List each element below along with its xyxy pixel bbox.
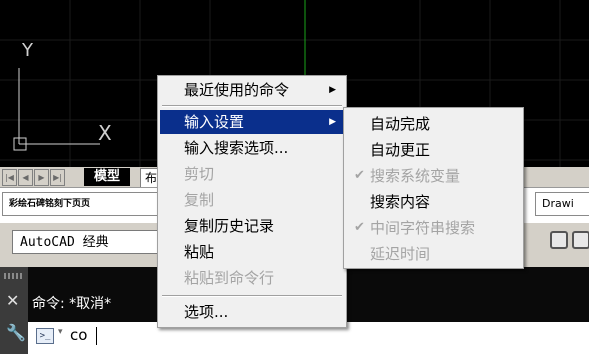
menu-item-label: 粘贴 <box>184 243 215 261</box>
submenu-item-delay-time[interactable]: 延迟时间 <box>346 242 521 266</box>
first-icon: |◀ <box>5 173 14 182</box>
command-line-sidebar: ✕ 🔧 <box>0 267 28 354</box>
menu-item-label: 输入搜索选项... <box>184 139 289 157</box>
menu-item-label: 中间字符串搜索 <box>370 219 476 237</box>
menu-item-paste[interactable]: 粘贴 <box>160 240 344 264</box>
tab-model[interactable]: 模型 <box>84 168 131 186</box>
menu-item-label: 搜索系统变量 <box>370 167 461 185</box>
close-icon[interactable]: ✕ <box>6 291 19 310</box>
checkmark-icon: ✔ <box>354 220 365 235</box>
command-history-line: 命令: *取消* <box>32 296 112 312</box>
ucs-icon <box>13 68 100 151</box>
menu-item-label: 粘贴到命令行 <box>184 269 275 287</box>
ucs-y-label: Y <box>22 40 33 61</box>
submenu-arrow-icon: ▶ <box>329 85 336 95</box>
menu-item-label: 搜索内容 <box>370 193 431 211</box>
checkmark-icon: ✔ <box>354 168 365 183</box>
workspace-combo[interactable]: AutoCAD 经典 <box>12 230 162 254</box>
submenu-item-mid-string-search[interactable]: ✔ 中间字符串搜索 <box>346 216 521 240</box>
submenu-item-autocorrect[interactable]: 自动更正 <box>346 138 521 162</box>
prev-icon: ◀ <box>22 173 29 182</box>
menu-item-copy[interactable]: 复制 <box>160 188 344 212</box>
menu-item-label: 延迟时间 <box>370 245 431 263</box>
first-layout-button[interactable]: |◀ <box>2 169 17 186</box>
menu-item-paste-to-command-line[interactable]: 粘贴到命令行 <box>160 266 344 290</box>
last-icon: ▶| <box>53 173 62 182</box>
chevron-down-icon[interactable]: ▾ <box>58 327 63 337</box>
next-layout-button[interactable]: ▶ <box>34 169 49 186</box>
command-input-text: co <box>70 326 88 344</box>
submenu-arrow-icon: ▶ <box>329 117 336 127</box>
menu-item-label: 自动更正 <box>370 141 431 159</box>
last-layout-button[interactable]: ▶| <box>50 169 65 186</box>
menu-item-label: 剪切 <box>184 165 215 183</box>
menu-item-label: 复制 <box>184 191 215 209</box>
file-tab-active[interactable]: 彩绘石碑铭刻下页页 <box>2 192 166 216</box>
context-menu: 最近使用的命令 ▶ 输入设置 ▶ 输入搜索选项... 剪切 复制 复制历史记录 … <box>157 75 347 328</box>
menu-item-label: 输入设置 <box>184 113 245 131</box>
view-cube-alt-icon[interactable] <box>572 231 589 249</box>
next-icon: ▶ <box>38 173 45 182</box>
view-cube-icon[interactable] <box>550 231 568 249</box>
menu-item-cut[interactable]: 剪切 <box>160 162 344 186</box>
prev-layout-button[interactable]: ◀ <box>18 169 33 186</box>
wrench-icon[interactable]: 🔧 <box>6 323 26 342</box>
menu-item-label: 选项... <box>184 303 229 321</box>
text-caret <box>96 327 97 345</box>
menu-item-options[interactable]: 选项... <box>160 300 344 324</box>
input-settings-submenu: 自动完成 自动更正 ✔ 搜索系统变量 搜索内容 ✔ 中间字符串搜索 延迟时间 <box>343 107 524 269</box>
submenu-item-search-system-variables[interactable]: ✔ 搜索系统变量 <box>346 164 521 188</box>
menu-item-recent-commands[interactable]: 最近使用的命令 ▶ <box>160 78 344 102</box>
menu-item-label: 最近使用的命令 <box>184 81 290 99</box>
ucs-x-label: X <box>98 121 112 145</box>
menu-separator <box>162 105 342 107</box>
menu-item-copy-history[interactable]: 复制历史记录 <box>160 214 344 238</box>
prompt-icon[interactable]: >_ <box>36 328 54 344</box>
menu-separator <box>162 295 342 297</box>
drag-grip-icon[interactable] <box>4 273 24 279</box>
submenu-item-autocomplete[interactable]: 自动完成 <box>346 112 521 136</box>
menu-item-label: 自动完成 <box>370 115 431 133</box>
menu-item-label: 复制历史记录 <box>184 217 275 235</box>
menu-item-input-search-options[interactable]: 输入搜索选项... <box>160 136 344 160</box>
file-tab-drawing[interactable]: Drawi <box>535 192 589 216</box>
menu-item-input-settings[interactable]: 输入设置 ▶ <box>160 110 344 134</box>
submenu-item-search-content[interactable]: 搜索内容 <box>346 190 521 214</box>
